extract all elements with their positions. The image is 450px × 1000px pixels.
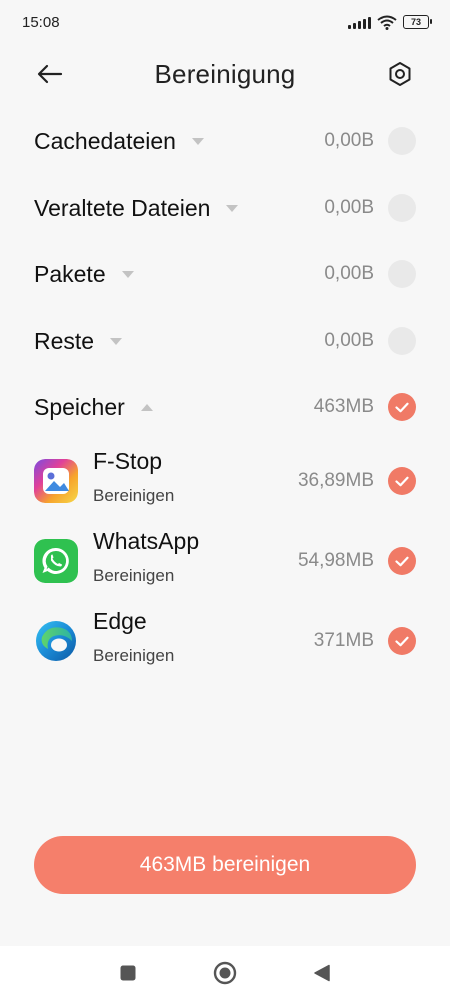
checkmark-icon	[395, 556, 409, 566]
page-title: Bereinigung	[154, 58, 296, 89]
chevron-down-icon[interactable]	[121, 270, 134, 278]
square-icon	[120, 965, 136, 981]
category-checkbox[interactable]	[388, 327, 416, 355]
category-size: 0,00B	[324, 263, 374, 284]
app-action-label[interactable]: Bereinigen	[93, 566, 174, 586]
category-size: 463MB	[313, 396, 374, 417]
triangle-back-icon	[314, 964, 330, 982]
clean-button[interactable]: 463MB bereinigen	[34, 836, 416, 894]
chevron-down-icon[interactable]	[110, 337, 123, 345]
home-circle-icon	[213, 961, 237, 985]
settings-hexagon-icon	[389, 62, 411, 86]
app-name: F-Stop	[93, 448, 163, 474]
home-button[interactable]	[213, 961, 237, 985]
navigation-bar	[0, 946, 450, 1000]
category-label: Veraltete Dateien	[34, 195, 239, 222]
battery-icon: 73	[403, 15, 432, 29]
app-row-edge[interactable]: Edge Bereinigen 371MB	[0, 606, 450, 676]
category-checkbox[interactable]	[388, 194, 416, 222]
back-arrow-icon	[37, 64, 63, 84]
app-checkbox[interactable]	[388, 467, 416, 495]
app-action-label[interactable]: Bereinigen	[93, 646, 174, 666]
category-label: Pakete	[34, 261, 134, 288]
category-size: 0,00B	[324, 130, 374, 151]
checkmark-icon	[395, 636, 409, 646]
category-checkbox[interactable]	[388, 260, 416, 288]
category-size: 0,00B	[324, 330, 374, 351]
app-row-whatsapp[interactable]: WhatsApp Bereinigen 54,98MB	[0, 526, 450, 596]
checkmark-icon	[395, 402, 409, 412]
app-checkbox[interactable]	[388, 627, 416, 655]
status-icons: 73	[348, 15, 432, 30]
checkmark-icon	[395, 476, 409, 486]
recent-apps-button[interactable]	[118, 963, 138, 983]
category-label: Cachedateien	[34, 128, 204, 155]
settings-button[interactable]	[386, 60, 414, 88]
category-row-speicher[interactable]: Speicher 463MB	[0, 379, 450, 435]
battery-level: 73	[410, 17, 421, 27]
app-checkbox[interactable]	[388, 547, 416, 575]
edge-icon	[34, 619, 78, 663]
app-name: Edge	[93, 608, 147, 634]
f-stop-icon	[34, 459, 78, 503]
status-bar: 15:08 73	[0, 0, 450, 44]
back-button[interactable]	[34, 60, 66, 88]
wifi-icon	[377, 15, 397, 30]
app-size: 36,89MB	[297, 470, 374, 491]
app-size: 54,98MB	[297, 550, 374, 571]
category-row-veraltete-dateien[interactable]: Veraltete Dateien 0,00B	[0, 180, 450, 236]
category-row-reste[interactable]: Reste 0,00B	[0, 313, 450, 369]
app-name: WhatsApp	[93, 528, 200, 554]
whatsapp-icon	[34, 539, 78, 583]
category-size: 0,00B	[324, 197, 374, 218]
app-size: 371MB	[313, 630, 374, 651]
header: Bereinigung	[0, 48, 450, 100]
app-row-f-stop[interactable]: F-Stop Bereinigen 36,89MB	[0, 446, 450, 516]
category-checkbox[interactable]	[388, 393, 416, 421]
app-action-label[interactable]: Bereinigen	[93, 486, 174, 506]
category-label: Speicher	[34, 394, 153, 421]
signal-icon	[348, 16, 371, 29]
chevron-down-icon[interactable]	[226, 204, 239, 212]
status-time: 15:08	[22, 13, 60, 31]
category-row-cachedateien[interactable]: Cachedateien 0,00B	[0, 113, 450, 169]
back-nav-button[interactable]	[312, 963, 332, 983]
chevron-down-icon[interactable]	[191, 137, 204, 145]
chevron-up-icon[interactable]	[140, 403, 153, 411]
category-row-pakete[interactable]: Pakete 0,00B	[0, 246, 450, 302]
category-checkbox[interactable]	[388, 127, 416, 155]
category-label: Reste	[34, 328, 123, 355]
